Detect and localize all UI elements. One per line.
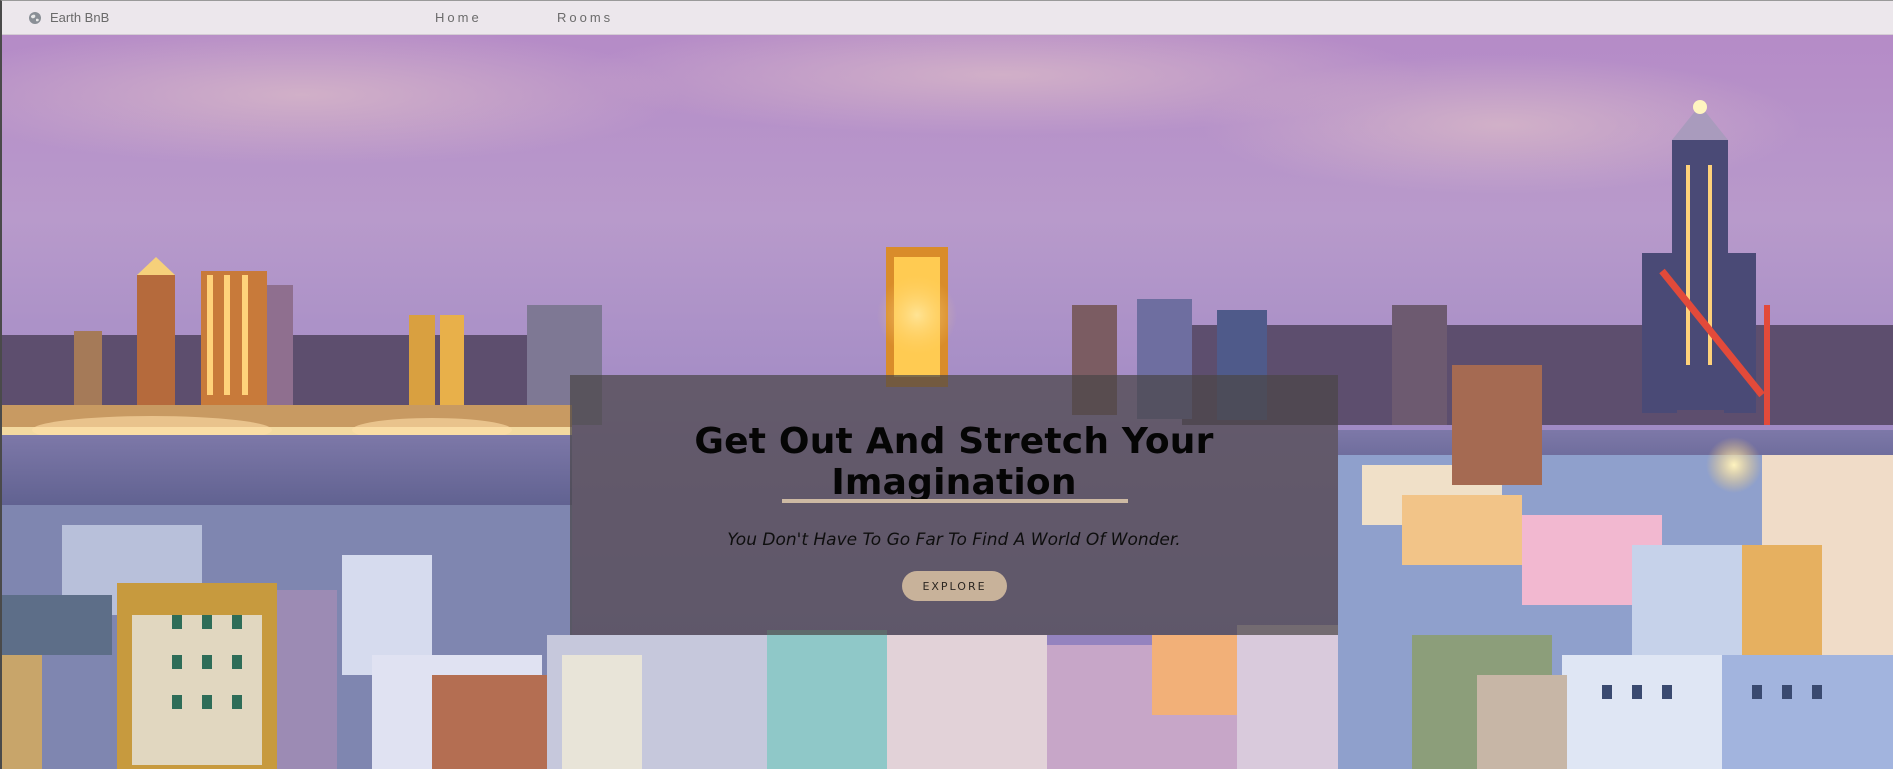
title-divider [782,499,1128,503]
nav-link-rooms[interactable]: Rooms [557,10,613,25]
page: Earth BnB Home Rooms Get Out And Stretch… [0,0,1893,769]
hero-subtitle: You Don't Have To Go Far To Find A World… [727,530,1181,550]
nav-link-home[interactable]: Home [435,10,482,25]
explore-button[interactable]: EXPLORE [902,571,1007,601]
top-navbar: Earth BnB Home Rooms [2,1,1893,35]
hero-card: Get Out And Stretch Your Imagination You… [570,375,1338,635]
hero-title: Get Out And Stretch Your Imagination [694,421,1214,503]
brand-name: Earth BnB [50,10,110,25]
globe-icon [28,11,42,25]
brand[interactable]: Earth BnB [28,10,109,25]
